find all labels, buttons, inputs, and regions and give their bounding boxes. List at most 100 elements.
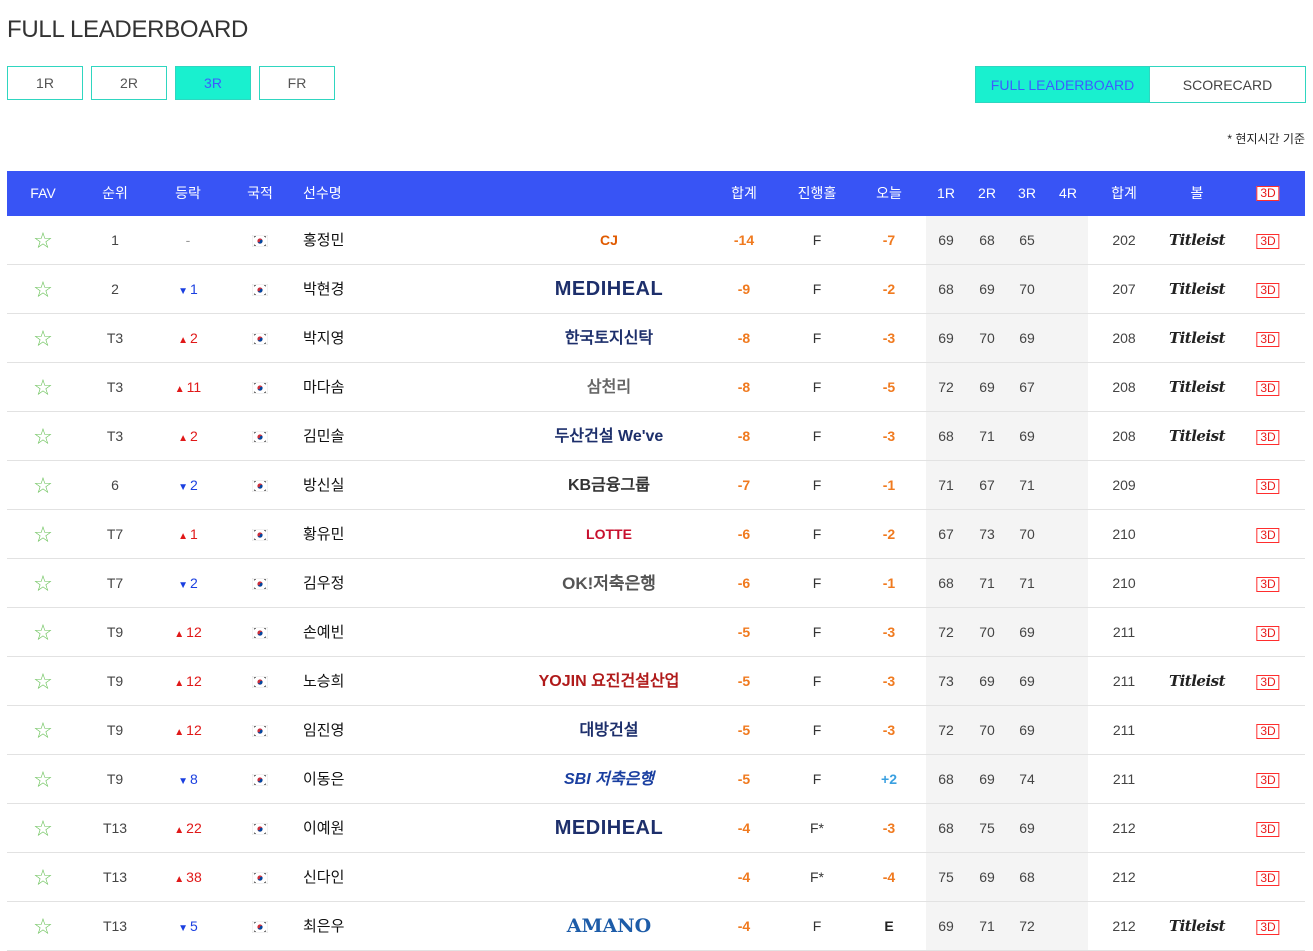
favorite-star-icon[interactable]: ☆: [33, 412, 53, 461]
table-row: ☆ T9 8 이동은 SBI 저축은행 -5 F +2 68 69 74 211 3D: [7, 755, 1305, 804]
player-name[interactable]: 신다인: [303, 853, 344, 902]
view-3d-button[interactable]: 3D: [1256, 773, 1280, 788]
player-name[interactable]: 손예빈: [303, 608, 344, 657]
favorite-star-icon[interactable]: ☆: [33, 314, 53, 363]
holes-played: F: [812, 771, 822, 787]
today-score: -5: [882, 379, 896, 395]
header-r1: 1R: [937, 185, 955, 201]
tab-round-2r[interactable]: 2R: [91, 66, 167, 100]
round1-score: 68: [938, 575, 954, 591]
round1-score: 75: [938, 869, 954, 885]
table-row: ☆ T13 5 최은우 AMANO -4 F E 69 71 72 212 Titleist 3D: [7, 902, 1305, 951]
view-3d-button[interactable]: 3D: [1256, 920, 1280, 935]
player-name[interactable]: 황유민: [303, 510, 344, 559]
favorite-star-icon[interactable]: ☆: [33, 608, 53, 657]
view-3d-button[interactable]: 3D: [1256, 626, 1280, 641]
view-3d-button[interactable]: 3D: [1256, 479, 1280, 494]
player-name[interactable]: 방신실: [303, 461, 344, 510]
table-row: ☆ T3 11 마다솜 삼천리 -8 F -5 72 69 67 208 Titleist 3D: [7, 363, 1305, 412]
view-3d-button[interactable]: 3D: [1256, 381, 1280, 396]
favorite-star-icon[interactable]: ☆: [33, 755, 53, 804]
movement-cell: 38: [174, 853, 202, 902]
rank-cell: 2: [111, 281, 119, 297]
view-3d-button[interactable]: 3D: [1256, 871, 1280, 886]
player-name[interactable]: 김민솔: [303, 412, 344, 461]
player-name[interactable]: 임진영: [303, 706, 344, 755]
view-3d-button[interactable]: 3D: [1256, 283, 1280, 298]
favorite-star-icon[interactable]: ☆: [33, 902, 53, 951]
player-name[interactable]: 이예원: [303, 804, 344, 853]
favorite-star-icon[interactable]: ☆: [33, 265, 53, 314]
today-score: -4: [882, 869, 896, 885]
tab-full-leaderboard[interactable]: FULL LEADERBOARD: [975, 66, 1150, 103]
favorite-star-icon[interactable]: ☆: [33, 363, 53, 412]
view-3d-button[interactable]: 3D: [1256, 675, 1280, 690]
player-name[interactable]: 최은우: [303, 902, 344, 951]
header-r2: 2R: [978, 185, 996, 201]
ball-brand-logo: Titleist: [1168, 672, 1226, 690]
table-row: ☆ T7 1 황유민 LOTTE -6 F -2 67 73 70 210 3D: [7, 510, 1305, 559]
player-name[interactable]: 김우정: [303, 559, 344, 608]
view-3d-button[interactable]: 3D: [1256, 430, 1280, 445]
header-fav: FAV: [30, 185, 56, 201]
movement-cell: 1: [178, 265, 198, 314]
tab-round-fr[interactable]: FR: [259, 66, 335, 100]
table-row: ☆ T9 12 임진영 대방건설 -5 F -3 72 70 69 211 3D: [7, 706, 1305, 755]
tab-scorecard[interactable]: SCORECARD: [1150, 66, 1306, 103]
favorite-star-icon[interactable]: ☆: [33, 657, 53, 706]
sponsor-logo: 삼천리: [586, 379, 632, 396]
player-name[interactable]: 마다솜: [303, 363, 344, 412]
movement-cell: 12: [174, 706, 202, 755]
sponsor-logo: MEDIHEAL: [554, 817, 664, 839]
player-name[interactable]: 박지영: [303, 314, 344, 363]
favorite-star-icon[interactable]: ☆: [33, 706, 53, 755]
sponsor-logo: 두산건설 We've: [554, 428, 664, 445]
favorite-star-icon[interactable]: ☆: [33, 853, 53, 902]
holes-played: F*: [810, 820, 824, 836]
view-3d-button[interactable]: 3D: [1256, 332, 1280, 347]
round3-score: 65: [1019, 232, 1035, 248]
tab-round-1r[interactable]: 1R: [7, 66, 83, 100]
favorite-star-icon[interactable]: ☆: [33, 461, 53, 510]
total-to-par: -14: [733, 232, 755, 248]
favorite-star-icon[interactable]: ☆: [33, 804, 53, 853]
total-strokes: 211: [1112, 673, 1136, 689]
today-score: -7: [882, 232, 896, 248]
rank-cell: T13: [102, 869, 128, 885]
rank-cell: T3: [106, 428, 124, 444]
round3-score: 71: [1019, 575, 1035, 591]
header-nation: 국적: [247, 185, 273, 201]
total-to-par: -4: [737, 869, 751, 885]
round2-score: 69: [979, 869, 995, 885]
total-strokes: 209: [1112, 477, 1136, 493]
total-strokes: 212: [1112, 820, 1136, 836]
player-name[interactable]: 이동은: [303, 755, 344, 804]
player-name[interactable]: 노승희: [303, 657, 344, 706]
today-score: -3: [882, 428, 896, 444]
round1-score: 68: [938, 281, 954, 297]
view-3d-button[interactable]: 3D: [1256, 528, 1280, 543]
player-name[interactable]: 박현경: [303, 265, 344, 314]
rank-cell: T13: [102, 918, 128, 934]
ball-brand-logo: Titleist: [1168, 378, 1226, 396]
favorite-star-icon[interactable]: ☆: [33, 216, 53, 265]
sponsor-logo: 대방건설: [579, 722, 639, 739]
round2-score: 69: [979, 379, 995, 395]
view-3d-button[interactable]: 3D: [1256, 822, 1280, 837]
favorite-star-icon[interactable]: ☆: [33, 510, 53, 559]
total-strokes: 208: [1112, 379, 1136, 395]
view-3d-button[interactable]: 3D: [1256, 234, 1280, 249]
favorite-star-icon[interactable]: ☆: [33, 559, 53, 608]
round2-score: 75: [979, 820, 995, 836]
view-3d-button[interactable]: 3D: [1256, 724, 1280, 739]
sponsor-logo: KB금융그룹: [568, 477, 650, 494]
ball-brand-logo: Titleist: [1168, 917, 1226, 935]
player-name[interactable]: 홍정민: [303, 216, 344, 265]
round1-score: 69: [938, 330, 954, 346]
view-3d-button[interactable]: 3D: [1256, 577, 1280, 592]
timezone-note: * 현지시간 기준: [1227, 132, 1305, 146]
tab-round-3r[interactable]: 3R: [175, 66, 251, 100]
ball-brand-logo: Titleist: [1168, 427, 1226, 445]
rank-cell: 6: [111, 477, 119, 493]
round2-score: 69: [979, 281, 995, 297]
